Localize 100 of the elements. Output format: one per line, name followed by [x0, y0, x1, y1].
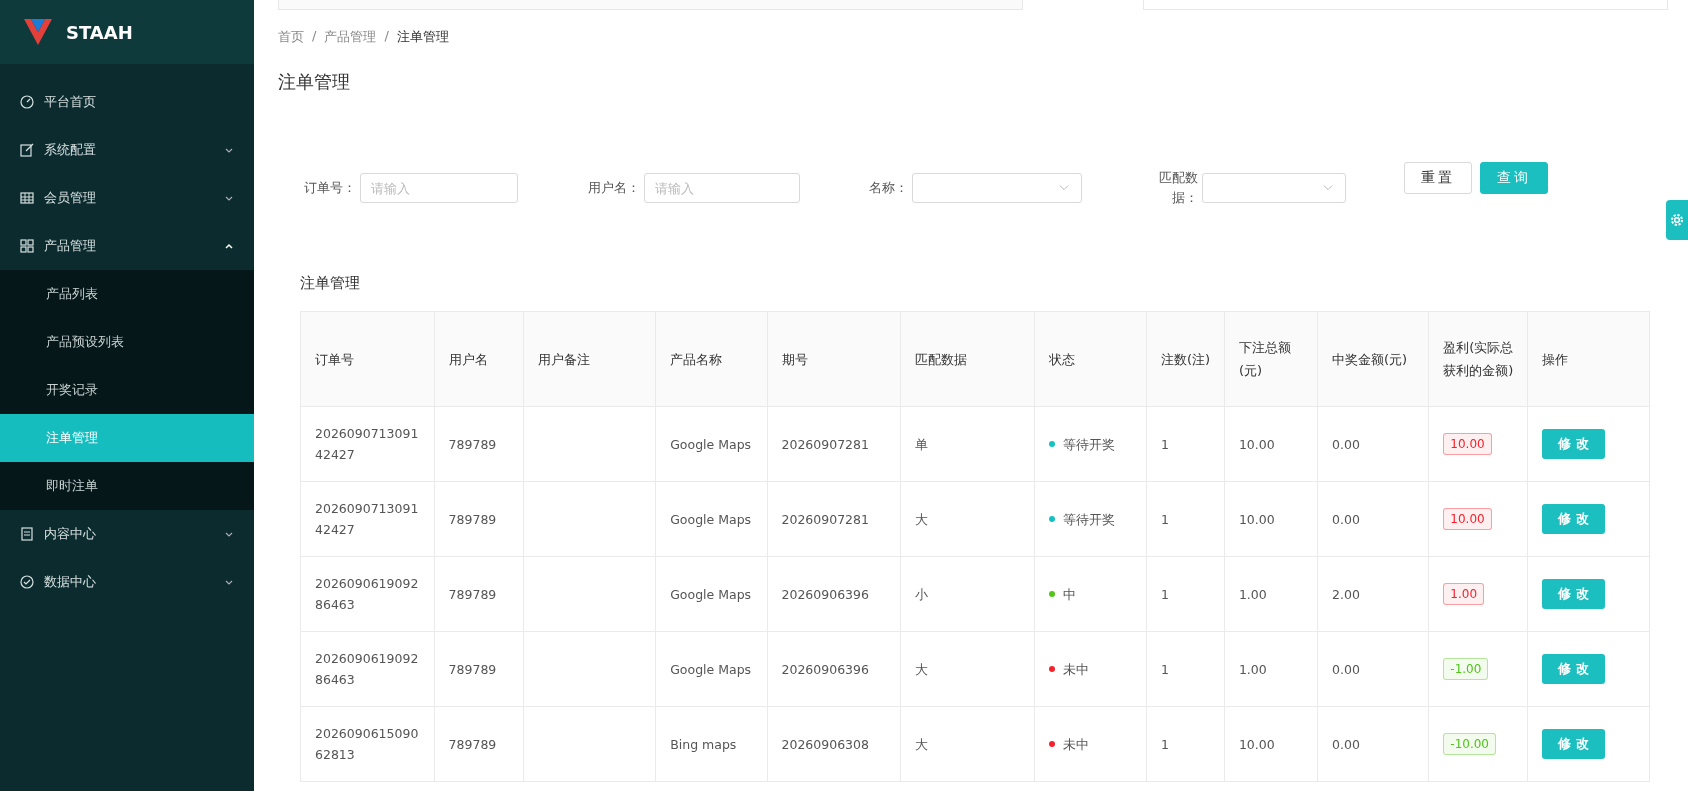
- sidebar-item[interactable]: 系统配置: [0, 126, 254, 174]
- table-cell: Google Maps: [655, 406, 767, 482]
- table-cell: 10.00: [1224, 481, 1318, 557]
- field-label: 匹配数据：: [1158, 169, 1198, 207]
- table-cell: 202609061909286463: [300, 631, 435, 707]
- text-input[interactable]: 请输入: [360, 173, 518, 203]
- table-cell: 10.00: [1224, 706, 1318, 782]
- sidebar-item[interactable]: 内容中心: [0, 510, 254, 558]
- status-text: 中: [1062, 585, 1076, 604]
- profit-tag: 10.00: [1443, 433, 1492, 455]
- table-cell: 小: [900, 556, 1035, 632]
- sidebar-item[interactable]: 平台首页: [0, 78, 254, 126]
- column-header: 下注总额(元): [1224, 311, 1318, 407]
- text-input[interactable]: 请输入: [644, 173, 800, 203]
- breadcrumb-separator: /: [384, 28, 389, 45]
- table-cell: 单: [900, 406, 1035, 482]
- profit-tag: -1.00: [1443, 658, 1489, 680]
- table-cell: 202609061909286463: [300, 556, 435, 632]
- sidebar-item[interactable]: 会员管理: [0, 174, 254, 222]
- sidebar-item[interactable]: 产品管理: [0, 222, 254, 270]
- table-cell: 789789: [434, 481, 524, 557]
- column-header: 订单号: [300, 311, 435, 407]
- table-cell: Bing maps: [655, 706, 767, 782]
- table-cell: 20260907281: [767, 406, 901, 482]
- table-cell: 1: [1146, 481, 1225, 557]
- column-header: 中奖金额(元): [1317, 311, 1429, 407]
- status-text: 等待开奖: [1062, 510, 1115, 529]
- breadcrumb-link[interactable]: 产品管理: [324, 28, 377, 46]
- table-cell: 202609071309142427: [300, 481, 435, 557]
- field-label: 名称：: [868, 179, 908, 197]
- column-header: 匹配数据: [900, 311, 1035, 407]
- field-label: 用户名：: [587, 179, 640, 197]
- table-cell: 20260906396: [767, 556, 901, 632]
- table-cell: 1.00: [1224, 631, 1318, 707]
- caret-up-icon: [224, 241, 234, 251]
- chevron-down-icon: [1059, 183, 1069, 193]
- table-cell: Google Maps: [655, 556, 767, 632]
- table-cell: 大: [900, 481, 1035, 557]
- column-header: 用户备注: [523, 311, 656, 407]
- sidebar-subitem[interactable]: 产品预设列表: [0, 318, 254, 366]
- logo-icon: [24, 19, 52, 45]
- table-cell: 1: [1146, 556, 1225, 632]
- breadcrumb-separator: /: [312, 28, 317, 45]
- select-field[interactable]: [912, 173, 1082, 203]
- table-cell: 789789: [434, 406, 524, 482]
- column-header: 操作: [1528, 311, 1650, 407]
- logo-text: STAAH: [66, 21, 133, 43]
- table-cell: 0.00: [1317, 631, 1429, 707]
- check-circle-icon: [20, 575, 34, 589]
- table-cell: 202609071309142427: [300, 406, 435, 482]
- sidebar-subitem[interactable]: 开奖记录: [0, 366, 254, 414]
- column-header: 期号: [767, 311, 901, 407]
- table-cell: 20260906396: [767, 631, 901, 707]
- status-text: 未中: [1062, 735, 1089, 754]
- settings-icon: [1669, 212, 1685, 228]
- column-header: 盈利(实际总获利的金额): [1428, 311, 1528, 407]
- settings-button[interactable]: [1666, 200, 1688, 240]
- table-cell: 1: [1146, 406, 1225, 482]
- profit-tag: 10.00: [1443, 508, 1492, 530]
- table-cell: 789789: [434, 631, 524, 707]
- table-cell: 202609061509062813: [300, 706, 435, 782]
- page-title: 注单管理: [278, 70, 351, 94]
- grid-icon: [20, 239, 34, 253]
- gauge-icon: [20, 95, 34, 109]
- edit-icon: [20, 143, 34, 157]
- status-text: 未中: [1062, 660, 1089, 679]
- table-cell: 1.00: [1224, 556, 1318, 632]
- profit-tag: -10.00: [1443, 733, 1496, 755]
- column-header: 状态: [1034, 311, 1147, 407]
- table-cell: Google Maps: [655, 631, 767, 707]
- table-cell: 789789: [434, 706, 524, 782]
- table-cell: 0.00: [1317, 406, 1429, 482]
- table-title: 注单管理: [300, 274, 361, 293]
- sidebar-subitem[interactable]: 即时注单: [0, 462, 254, 510]
- select-field[interactable]: [1202, 173, 1346, 203]
- profit-tag: 1.00: [1443, 583, 1485, 605]
- table-cell: 789789: [434, 556, 524, 632]
- reset-button[interactable]: 重置: [1404, 162, 1472, 194]
- table-cell: Google Maps: [655, 481, 767, 557]
- status-text: 等待开奖: [1062, 435, 1115, 454]
- table-icon: [20, 191, 34, 205]
- document-icon: [20, 527, 34, 541]
- breadcrumb-link[interactable]: 首页: [278, 28, 304, 46]
- column-header: 用户名: [434, 311, 524, 407]
- table-cell: 1: [1146, 631, 1225, 707]
- field-label: 订单号：: [303, 179, 356, 197]
- table-cell: 0.00: [1317, 481, 1429, 557]
- column-header: 产品名称: [655, 311, 767, 407]
- table-cell: 1: [1146, 706, 1225, 782]
- column-header: 注数(注): [1146, 311, 1225, 407]
- sidebar-item[interactable]: 数据中心: [0, 558, 254, 606]
- table-cell: 10.00: [1224, 406, 1318, 482]
- table-cell: 大: [900, 706, 1035, 782]
- breadcrumb-current: 注单管理: [396, 28, 449, 46]
- sidebar-subitem[interactable]: 产品列表: [0, 270, 254, 318]
- chevron-down-icon: [1323, 183, 1333, 193]
- table-cell: 0.00: [1317, 706, 1429, 782]
- table-cell: 20260906308: [767, 706, 901, 782]
- table-cell: 2.00: [1317, 556, 1429, 632]
- table-cell: 大: [900, 631, 1035, 707]
